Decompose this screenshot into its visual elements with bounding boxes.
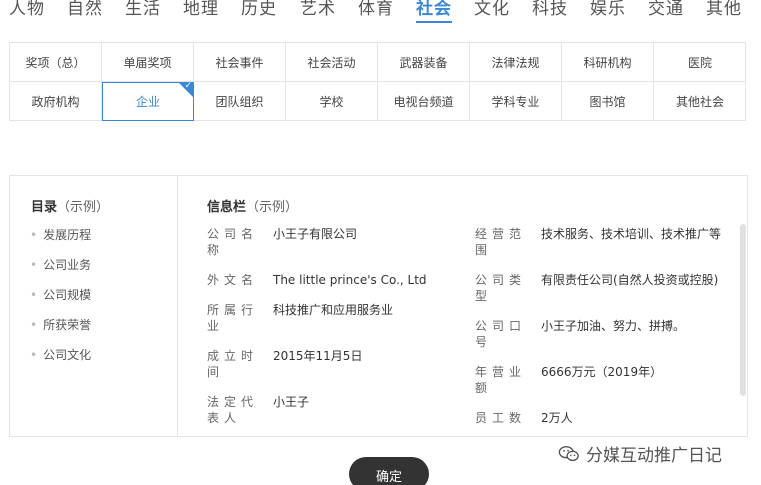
info-label: 公司名称 [207, 227, 259, 257]
info-label: 外文名 [207, 273, 259, 287]
info-value: 6666万元（2019年） [541, 365, 663, 379]
watermark: 分媒互动推广日记 [558, 441, 722, 466]
nav-tab-transport[interactable]: 交通 [648, 0, 684, 19]
info-label: 公司口号 [475, 319, 527, 349]
nav-tab-history[interactable]: 历史 [241, 0, 277, 19]
nav-tab-people[interactable]: 人物 [9, 0, 45, 19]
toc-item[interactable]: • 公司规模 [30, 286, 91, 303]
category-cell[interactable]: 武器装备 [378, 43, 470, 82]
vertical-scrollbar[interactable] [740, 224, 746, 396]
info-label: 所属行业 [207, 303, 259, 333]
nav-tab-other[interactable]: 其他 [706, 0, 742, 19]
info-value: 2万人 [541, 411, 573, 425]
nav-tab-geography[interactable]: 地理 [183, 0, 219, 19]
info-label: 法定代表人 [207, 395, 259, 425]
info-label: 员工数 [475, 411, 527, 425]
category-cell[interactable]: 社会事件 [194, 43, 286, 82]
category-cell[interactable]: 其他社会 [654, 82, 746, 121]
category-cell[interactable]: 电视台频道 [378, 82, 470, 121]
nav-tab-society[interactable]: 社会 [416, 0, 452, 19]
info-value: The little prince's Co., Ltd [273, 273, 427, 287]
info-value: 有限责任公司(自然人投资或控股) [541, 273, 719, 287]
info-value: 技术服务、技术培训、技术推广等 [541, 227, 722, 241]
info-label: 成立时间 [207, 349, 259, 379]
category-cell[interactable]: 社会活动 [286, 43, 378, 82]
nav-tab-entertainment[interactable]: 娱乐 [590, 0, 626, 19]
category-cell[interactable]: 单届奖项 [102, 43, 194, 82]
toc-item[interactable]: • 公司业务 [30, 256, 91, 273]
category-cell[interactable]: 奖项（总） [10, 43, 102, 82]
subcategory-grid: 奖项（总） 单届奖项 社会事件 社会活动 武器装备 法律法规 科研机构 医院 政… [9, 42, 746, 121]
template-preview-panel: 目录（示例） • 发展历程 • 公司业务 • 公司规模 • 所获荣誉 • 公司文化 信息栏… [9, 175, 748, 437]
confirm-button[interactable]: 确定 [349, 457, 429, 485]
toc-item[interactable]: • 所获荣誉 [30, 316, 91, 333]
category-cell[interactable]: 学科专业 [470, 82, 562, 121]
category-cell-label: 企业 [135, 95, 160, 109]
info-value: 科技推广和应用服务业 [273, 303, 394, 317]
category-cell[interactable]: 学校 [286, 82, 378, 121]
wechat-icon [558, 445, 579, 461]
toc-title: 目录（示例） [31, 200, 110, 215]
active-tab-underline [416, 21, 452, 23]
toc-item[interactable]: • 公司文化 [30, 346, 91, 363]
checkmark-icon: ✓ [184, 81, 192, 91]
category-cell[interactable]: 医院 [654, 43, 746, 82]
infobox-title: 信息栏（示例） [207, 200, 299, 215]
category-cell[interactable]: 法律法规 [470, 43, 562, 82]
table-of-contents: 目录（示例） • 发展历程 • 公司业务 • 公司规模 • 所获荣誉 • 公司文化 [10, 176, 178, 436]
info-value: 小王子 [273, 395, 310, 409]
nav-tab-tech[interactable]: 科技 [532, 0, 568, 19]
info-label: 公司类型 [475, 273, 527, 303]
category-cell[interactable]: 团队组织 [194, 82, 286, 121]
category-cell[interactable]: 图书馆 [562, 82, 654, 121]
nav-tab-sports[interactable]: 体育 [358, 0, 394, 19]
nav-tab-nature[interactable]: 自然 [67, 0, 103, 19]
category-cell[interactable]: 政府机构 [10, 82, 102, 121]
category-cell-selected[interactable]: 企业 ✓ [102, 81, 194, 121]
toc-item[interactable]: • 发展历程 [30, 226, 91, 243]
top-category-nav: 人物 自然 生活 地理 历史 艺术 体育 社会 文化 科技 娱乐 交通 其他 [0, 0, 761, 24]
category-cell[interactable]: 科研机构 [562, 43, 654, 82]
info-value: 2015年11月5日 [273, 349, 363, 363]
info-label: 经营范围 [475, 227, 527, 257]
nav-tab-life[interactable]: 生活 [125, 0, 161, 19]
nav-tab-culture[interactable]: 文化 [474, 0, 510, 19]
info-label: 年营业额 [475, 365, 527, 395]
info-value: 小王子加油、努力、拼搏。 [541, 319, 686, 333]
info-value: 小王子有限公司 [273, 227, 358, 241]
nav-tab-art[interactable]: 艺术 [300, 0, 336, 19]
watermark-text: 分媒互动推广日记 [586, 446, 722, 466]
